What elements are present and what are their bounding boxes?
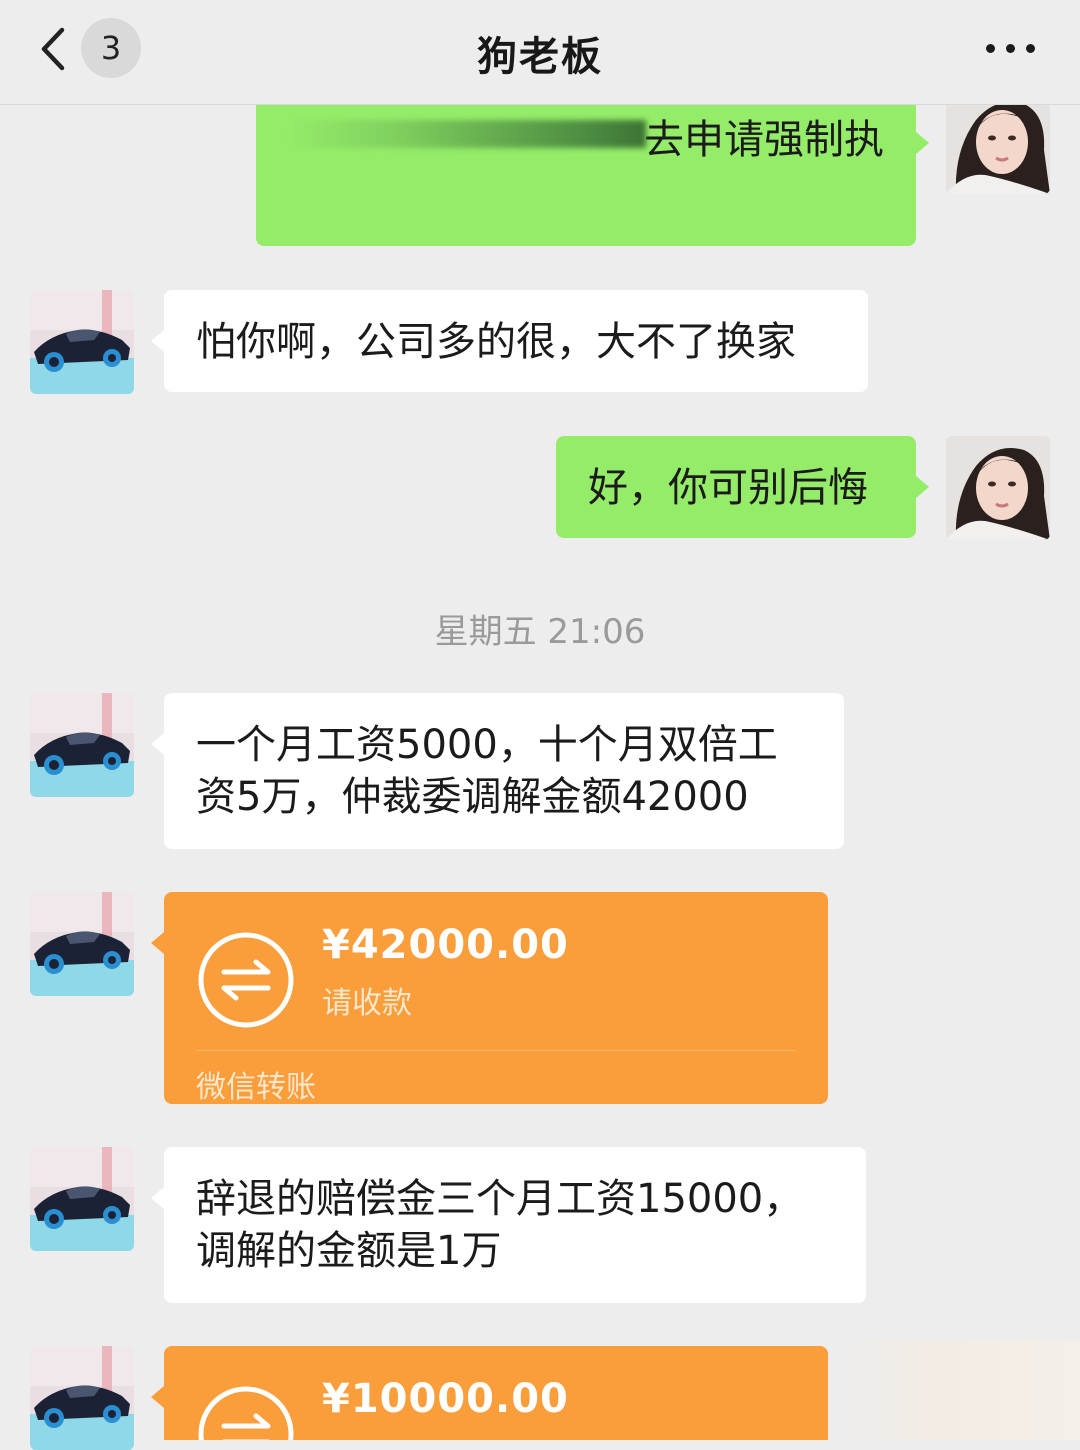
boss-avatar[interactable] — [30, 693, 134, 797]
received-message-bubble[interactable]: 辞退的赔偿金三个月工资15000， 调解的金额是1万 — [164, 1147, 866, 1303]
message-text-line: 一个月工资5000，十个月双倍工 — [196, 722, 778, 768]
card-divider — [196, 1050, 796, 1051]
transfer-amount: ¥10000.00 — [322, 1376, 569, 1422]
message-text: 怕你啊，公司多的很，大不了换家 — [196, 319, 796, 365]
transfer-footer: 微信转账 — [196, 1070, 316, 1105]
chat-header: 3 狗老板 — [0, 0, 1080, 105]
boss-avatar[interactable] — [30, 892, 134, 996]
transfer-card[interactable]: ¥42000.00 请收款 微信转账 — [164, 892, 828, 1105]
bubble-tail — [151, 932, 164, 954]
transfer-arrows-icon — [196, 930, 296, 1030]
message-text: 去申请强制执 — [644, 117, 884, 163]
watermark-fade — [840, 1340, 1080, 1440]
transfer-status: 请收款 — [322, 986, 412, 1021]
message-text-line: 资5万，仲裁委调解金额42000 — [196, 774, 749, 820]
sent-message-bubble[interactable]: 去申请强制执 — [256, 86, 916, 246]
boss-avatar[interactable] — [30, 290, 134, 394]
transfer-arrows-icon — [196, 1384, 296, 1440]
bubble-tail — [151, 1386, 164, 1408]
bubble-tail — [151, 330, 164, 352]
message-text: 好，你可别后悔 — [588, 465, 868, 511]
chat-title: 狗老板 — [477, 34, 603, 80]
my-avatar[interactable] — [946, 90, 1050, 194]
received-message-bubble[interactable]: 怕你啊，公司多的很，大不了换家 — [164, 290, 868, 392]
chat-timestamp: 星期五 21:06 — [434, 612, 646, 652]
bubble-tail — [916, 132, 929, 154]
sent-message-bubble[interactable]: 好，你可别后悔 — [556, 436, 916, 538]
more-options-button[interactable] — [980, 30, 1040, 66]
transfer-amount: ¥42000.00 — [322, 922, 569, 968]
boss-avatar[interactable] — [30, 1147, 134, 1251]
more-dots-icon — [986, 44, 995, 53]
redacted-text — [286, 120, 646, 148]
bubble-tail — [151, 1187, 164, 1209]
message-text-line: 辞退的赔偿金三个月工资15000， — [196, 1176, 804, 1222]
my-avatar[interactable] — [946, 436, 1050, 540]
message-text-line: 调解的金额是1万 — [196, 1228, 502, 1274]
received-message-bubble[interactable]: 一个月工资5000，十个月双倍工 资5万，仲裁委调解金额42000 — [164, 693, 844, 849]
bubble-tail — [916, 476, 929, 498]
transfer-card[interactable]: ¥10000.00 — [164, 1346, 828, 1440]
boss-avatar[interactable] — [30, 1346, 134, 1450]
bubble-tail — [151, 733, 164, 755]
